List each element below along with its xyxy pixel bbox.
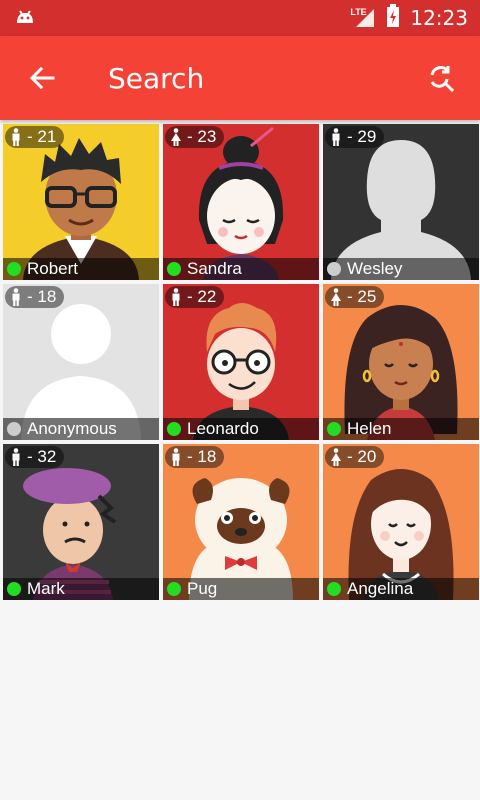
user-card-robert[interactable]: - 21 Robert bbox=[3, 124, 159, 280]
user-card-anonymous[interactable]: - 18 Anonymous bbox=[3, 284, 159, 440]
name-bar: Helen bbox=[323, 418, 479, 440]
refresh-search-icon bbox=[430, 66, 455, 93]
name-bar: Robert bbox=[3, 258, 159, 280]
user-name: Helen bbox=[347, 419, 392, 438]
arrow-back-icon bbox=[29, 66, 55, 90]
name-bar: Leonardo bbox=[163, 418, 319, 440]
age-label: - 20 bbox=[347, 447, 377, 466]
user-card-sandra[interactable]: - 23 Sandra bbox=[163, 124, 319, 280]
user-name: Mark bbox=[27, 579, 65, 598]
male-icon bbox=[12, 128, 20, 146]
user-card-mark[interactable]: - 32 Mark bbox=[3, 444, 159, 600]
user-name: Wesley bbox=[347, 259, 403, 278]
age-badge: - 21 bbox=[5, 126, 65, 148]
age-label: - 18 bbox=[27, 287, 57, 306]
user-name: Angelina bbox=[347, 579, 414, 598]
age-label: - 25 bbox=[347, 287, 377, 306]
name-bar: Wesley bbox=[323, 258, 479, 280]
back-button[interactable] bbox=[18, 54, 66, 102]
age-label: - 32 bbox=[27, 447, 57, 466]
age-label: - 22 bbox=[187, 287, 217, 306]
offline-status-dot bbox=[7, 422, 21, 436]
clock: 12:23 bbox=[410, 6, 468, 30]
age-label: - 29 bbox=[347, 127, 377, 146]
online-status-dot bbox=[327, 422, 341, 436]
user-name: Anonymous bbox=[27, 419, 117, 438]
name-bar: Pug bbox=[163, 578, 319, 600]
user-name: Pug bbox=[187, 579, 218, 598]
name-bar: Sandra bbox=[163, 258, 319, 280]
female-icon bbox=[331, 448, 341, 466]
online-status-dot bbox=[7, 262, 21, 276]
online-status-dot bbox=[327, 582, 341, 596]
age-badge: - 23 bbox=[165, 126, 225, 148]
status-bar: LTE 12:23 bbox=[0, 0, 480, 36]
user-name: Leonardo bbox=[187, 419, 259, 438]
male-icon bbox=[172, 288, 180, 306]
age-badge: - 18 bbox=[165, 446, 225, 468]
male-icon bbox=[12, 288, 20, 306]
age-label: - 18 bbox=[187, 447, 217, 466]
refresh-search-button[interactable] bbox=[418, 54, 466, 102]
name-bar: Angelina bbox=[323, 578, 479, 600]
user-card-helen[interactable]: - 25 Helen bbox=[323, 284, 479, 440]
user-name: Robert bbox=[27, 259, 79, 278]
page-title: Search bbox=[108, 61, 205, 95]
app-bar: Search bbox=[0, 36, 480, 120]
name-bar: Anonymous bbox=[3, 418, 159, 440]
online-status-dot bbox=[167, 262, 181, 276]
online-status-dot bbox=[167, 582, 181, 596]
user-card-angelina[interactable]: - 20 Angelina bbox=[323, 444, 479, 600]
age-badge: - 18 bbox=[5, 286, 65, 308]
age-badge: - 29 bbox=[325, 126, 385, 148]
female-icon bbox=[331, 288, 341, 306]
age-label: - 23 bbox=[187, 127, 217, 146]
age-badge: - 25 bbox=[325, 286, 385, 308]
online-status-dot bbox=[7, 582, 21, 596]
male-icon bbox=[332, 128, 340, 146]
age-badge: - 22 bbox=[165, 286, 225, 308]
female-icon bbox=[171, 128, 181, 146]
user-card-pug[interactable]: - 18 Pug bbox=[163, 444, 319, 600]
battery-icon bbox=[386, 3, 400, 33]
user-name: Sandra bbox=[187, 259, 242, 278]
lte-signal-icon: LTE bbox=[350, 7, 376, 29]
android-icon bbox=[14, 7, 36, 30]
users-grid: - 21 Robert - 23 Sandra - 29 Wesley - 18… bbox=[0, 120, 480, 600]
age-badge: - 20 bbox=[325, 446, 385, 468]
age-badge: - 32 bbox=[5, 446, 65, 468]
user-card-wesley[interactable]: - 29 Wesley bbox=[323, 124, 479, 280]
offline-status-dot bbox=[327, 262, 341, 276]
male-icon bbox=[172, 448, 180, 466]
age-label: - 21 bbox=[27, 127, 57, 146]
user-card-leonardo[interactable]: - 22 Leonardo bbox=[163, 284, 319, 440]
online-status-dot bbox=[167, 422, 181, 436]
male-icon bbox=[12, 448, 20, 466]
name-bar: Mark bbox=[3, 578, 159, 600]
